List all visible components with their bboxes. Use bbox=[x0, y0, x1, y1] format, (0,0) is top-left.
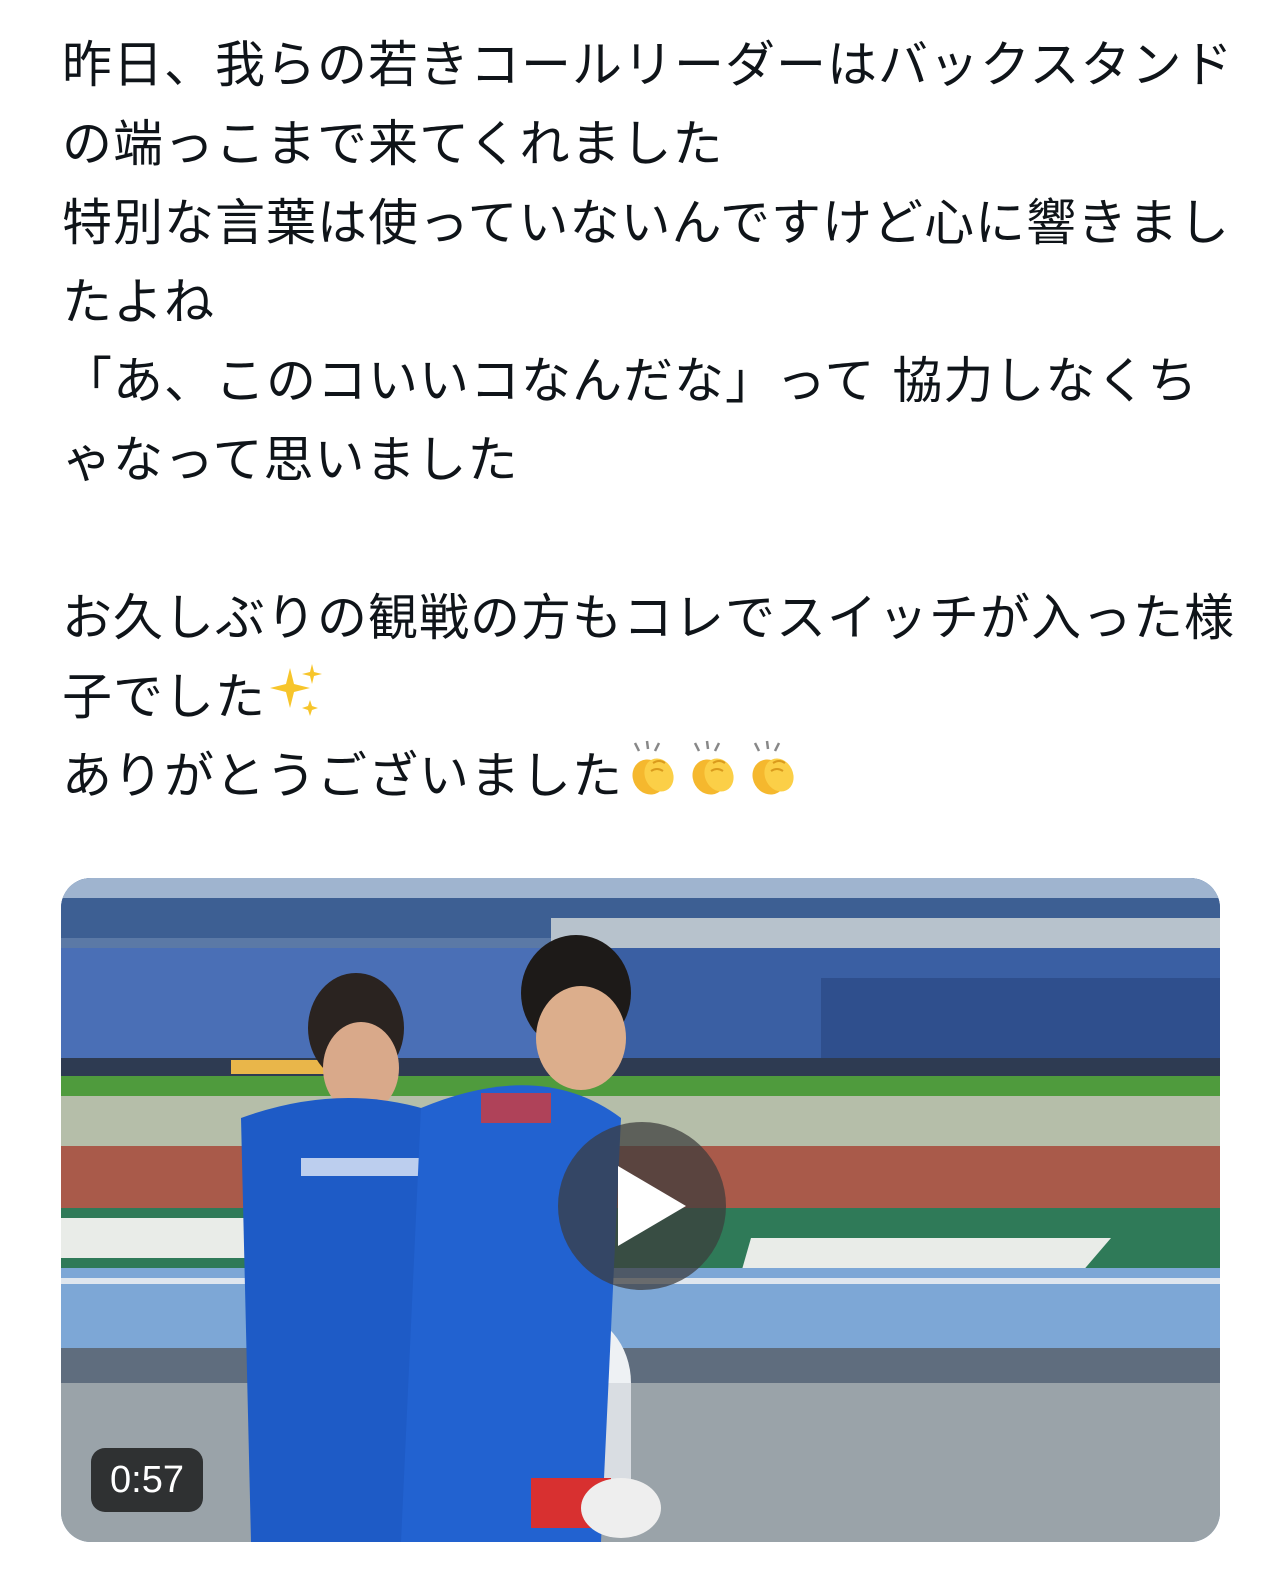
sparkles-emoji bbox=[270, 664, 322, 716]
post-text-line: 特別な言葉は使っていないんですけど心に響きまし bbox=[62, 194, 1230, 252]
clapping-hands-emoji bbox=[632, 740, 674, 795]
post-text-line-with-emoji: 子でした bbox=[62, 658, 1232, 737]
post-text-line: 昨日、我らの若きコールリーダーはバックスタンド bbox=[62, 36, 1234, 94]
post-text-line: たよね bbox=[62, 273, 215, 331]
video-duration-badge: 0:57 bbox=[91, 1448, 203, 1512]
post-text-line: ありがとうございました bbox=[62, 747, 623, 805]
video-player[interactable]: 0:57 bbox=[61, 878, 1220, 1542]
post-text-blank-line bbox=[62, 500, 1232, 579]
post-text: 昨日、我らの若きコールリーダーはバックスタンド の端っこまで来てくれました 特別… bbox=[62, 26, 1235, 816]
post-text-line: の端っこまで来てくれました bbox=[62, 115, 724, 173]
clapping-hands-emoji bbox=[752, 740, 794, 795]
post-text-line: お久しぶりの観戦の方もコレでスイッチが入った様 bbox=[62, 589, 1235, 647]
post-text-line: 「あ、このコいいコなんだな」って 協力しなくち bbox=[62, 352, 1199, 410]
play-button[interactable] bbox=[558, 1122, 726, 1290]
post-text-line-with-emoji: ありがとうございました bbox=[62, 737, 1232, 816]
play-icon bbox=[618, 1166, 686, 1246]
post-text-line: 子でした bbox=[62, 668, 266, 726]
post-text-line: ゃなって思いました bbox=[62, 431, 519, 489]
clapping-hands-emoji bbox=[692, 740, 734, 795]
